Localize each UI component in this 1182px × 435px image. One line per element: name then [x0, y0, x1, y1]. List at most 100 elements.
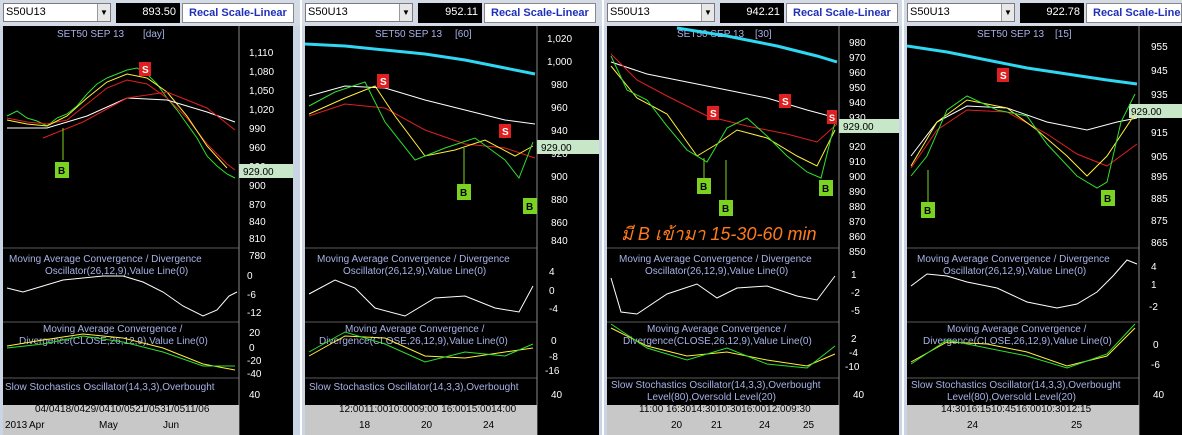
- price-tick: 940: [849, 98, 866, 109]
- price-tick: 880: [849, 202, 866, 213]
- last-price-display: 942.21: [720, 3, 784, 23]
- sell-signal-text: S: [782, 97, 789, 108]
- price-tick: 1,020: [547, 34, 572, 45]
- price-tick: 895: [1151, 172, 1168, 183]
- symbol-select[interactable]: S50U13 ▼: [305, 3, 413, 22]
- stochastics-title: Slow Stochastics Oscillator(14,3,3),Over…: [611, 380, 821, 391]
- price-tick: 875: [1151, 216, 1168, 227]
- sell-signal-text: S: [380, 77, 387, 88]
- macd-tick: -2: [851, 288, 860, 299]
- chart-svg: SET50 SEP 13 [60] 1,020 1,000 980 960 94…: [305, 26, 599, 435]
- stoch-tick: 40: [853, 390, 865, 401]
- buy-signal-text: B: [1104, 194, 1111, 205]
- macd2-tick: 0: [551, 336, 557, 347]
- recal-scale-button[interactable]: Recal Scale-Linear: [1086, 3, 1182, 23]
- ma-line-white: [610, 61, 838, 119]
- macd-divergence-title: Moving Average Convergence /: [43, 324, 183, 335]
- last-price-tag-text: 929.00: [243, 167, 274, 178]
- symbol-value: S50U13: [308, 6, 348, 18]
- macd-oscillator-line: [308, 279, 534, 317]
- chart-interval: [day]: [143, 29, 165, 40]
- recal-scale-button[interactable]: Recal Scale-Linear: [182, 3, 294, 23]
- price-tick: 1,050: [249, 86, 274, 97]
- long-ma-line: [305, 42, 536, 76]
- price-tick: 945: [1151, 66, 1168, 77]
- stochastics-title: Slow Stochastics Oscillator(14,3,3),Over…: [309, 382, 519, 393]
- symbol-select[interactable]: S50U13 ▼: [607, 3, 715, 22]
- chevron-down-icon[interactable]: ▼: [1001, 4, 1014, 21]
- macd2-tick: 0: [249, 343, 255, 354]
- macd-divergence-title: Moving Average Convergence /: [647, 324, 787, 335]
- chart-svg: SET50 SEP 13 [15] 955 945 935 925 915 90…: [907, 26, 1182, 435]
- price-tick: 840: [249, 217, 266, 228]
- chart-panel-30min: S50U13 ▼ 942.21 Recal Scale-Linear SET50…: [604, 0, 902, 435]
- price-axis: 980 970 960 950 940 930 920 910 900 890 …: [849, 38, 866, 258]
- time-axis-top: 12:0011:0010:0009:00 16:0015:0014:00: [339, 404, 517, 415]
- chevron-down-icon[interactable]: ▼: [399, 4, 412, 21]
- buy-signal-text: B: [722, 204, 729, 215]
- macd2-tick: -8: [549, 352, 558, 363]
- macd-divergence-title: Moving Average Convergence /: [947, 324, 1087, 335]
- chart-canvas[interactable]: SET50 SEP 13 [15] 955 945 935 925 915 90…: [907, 26, 1182, 435]
- price-tick: 940: [551, 126, 568, 137]
- macd-tick: 4: [1151, 262, 1157, 273]
- buy-signal-text: B: [700, 182, 707, 193]
- last-price-tag-text: 929.00: [541, 143, 572, 154]
- stoch-tick: 40: [1153, 390, 1165, 401]
- price-tick: 780: [249, 251, 266, 262]
- macd2-tick: 0: [1153, 340, 1159, 351]
- macd-oscillator-title: Moving Average Convergence / Divergence: [9, 254, 202, 265]
- sell-signal-text: S: [142, 65, 149, 76]
- chevron-down-icon[interactable]: ▼: [97, 4, 110, 21]
- macd-oscillator-title: Moving Average Convergence / Divergence: [619, 254, 812, 265]
- time-axis-date: 18: [359, 420, 371, 431]
- panel-toolbar: S50U13 ▼ 893.50 Recal Scale-Linear: [0, 0, 300, 26]
- chart-canvas[interactable]: SET50 SEP 13 [day] 1,110 1,080 1,050 1,0…: [3, 26, 293, 435]
- price-tick: 850: [849, 247, 866, 258]
- recal-scale-button[interactable]: Recal Scale-Linear: [786, 3, 898, 23]
- time-axis-date: 21: [711, 420, 723, 431]
- macd-tick: -5: [851, 306, 860, 317]
- annotation-overlay-text: มี B เข้ามา 15-30-60 min: [621, 224, 816, 244]
- symbol-select[interactable]: S50U13 ▼: [907, 3, 1015, 22]
- stoch-tick: 40: [249, 390, 261, 401]
- macd-oscillator-subtitle: Oscillator(26,12,9),Value Line(0): [645, 266, 788, 277]
- panel-toolbar: S50U13 ▼ 942.21 Recal Scale-Linear: [604, 0, 902, 26]
- price-candles: [6, 67, 236, 179]
- macd-oscillator-title: Moving Average Convergence / Divergence: [317, 254, 510, 265]
- macd2-tick: -16: [545, 366, 560, 377]
- chart-panel-15min: S50U13 ▼ 922.78 Recal Scale-Linear SET50…: [904, 0, 1182, 435]
- macd2-tick: 20: [249, 328, 261, 339]
- symbol-value: S50U13: [610, 6, 650, 18]
- chevron-down-icon[interactable]: ▼: [701, 4, 714, 21]
- price-tick: 960: [551, 103, 568, 114]
- price-tick: 910: [849, 157, 866, 168]
- price-line: [910, 93, 1136, 189]
- macd-tick: -2: [1149, 302, 1158, 313]
- price-tick: 840: [551, 236, 568, 247]
- macd-divergence-subtitle: Divergence(CLOSE,26,12,9),Value Line(0): [19, 336, 208, 347]
- macd-tick: 0: [247, 271, 253, 282]
- price-tick: 1,110: [249, 48, 274, 59]
- price-tick: 1,080: [249, 67, 274, 78]
- time-axis-date: 25: [803, 420, 815, 431]
- recal-scale-button[interactable]: Recal Scale-Linear: [484, 3, 596, 23]
- time-axis-date: 24: [759, 420, 771, 431]
- symbol-select[interactable]: S50U13 ▼: [3, 3, 111, 22]
- price-tick: 970: [849, 53, 866, 64]
- long-ma-line: [907, 44, 1138, 86]
- macd2-tick: -10: [845, 362, 860, 373]
- price-tick: 915: [1151, 128, 1168, 139]
- buy-signal-text: B: [822, 184, 829, 195]
- time-axis-date: 20: [421, 420, 433, 431]
- sell-signal-text: S: [1000, 71, 1007, 82]
- chart-canvas[interactable]: SET50 SEP 13 [30] 980 970 960 950 940 93…: [607, 26, 899, 435]
- chart-canvas[interactable]: SET50 SEP 13 [60] 1,020 1,000 980 960 94…: [305, 26, 599, 435]
- last-price-display: 952.11: [418, 3, 482, 23]
- price-tick: 900: [551, 172, 568, 183]
- price-line: [610, 55, 836, 179]
- last-price-tag-text: 929.00: [1131, 107, 1162, 118]
- macd-divergence-subtitle: Divergence(CLOSE,26,12,9),Value Line(0): [623, 336, 812, 347]
- stochastics-levels: Level(80),Oversold Level(20): [647, 392, 776, 403]
- chart-title: SET50 SEP 13: [375, 29, 443, 40]
